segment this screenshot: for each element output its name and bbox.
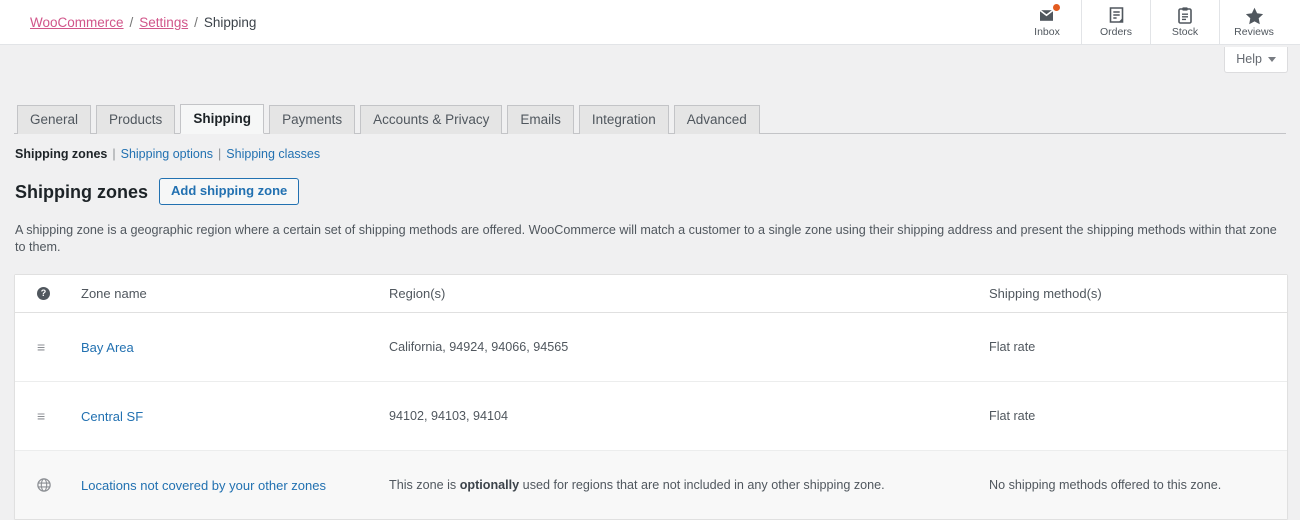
drag-handle-icon[interactable]: ≡: [37, 409, 45, 423]
orders-document-icon: [1109, 6, 1124, 25]
top-bar-actions: Inbox Orders Stock: [1013, 0, 1300, 44]
breadcrumb-item-shipping: Shipping: [204, 15, 257, 30]
breadcrumb-item-settings[interactable]: Settings: [139, 15, 188, 30]
topbar-inbox-label: Inbox: [1034, 26, 1060, 38]
subnav-separator: |: [112, 147, 115, 161]
tab-accounts-privacy[interactable]: Accounts & Privacy: [360, 105, 502, 134]
table-header-row: ? Zone name Region(s) Shipping method(s): [15, 275, 1287, 313]
inbox-unread-badge: [1053, 4, 1060, 11]
drag-handle-icon[interactable]: ≡: [37, 340, 45, 354]
table-header-methods: Shipping method(s): [985, 286, 1287, 301]
tab-integration[interactable]: Integration: [579, 105, 669, 134]
table-header-regions: Region(s): [385, 286, 985, 301]
fallback-zone-regions-cell: This zone is optionally used for regions…: [385, 478, 985, 492]
breadcrumb-item-woocommerce[interactable]: WooCommerce: [30, 15, 124, 30]
row-regions-cell: 94102, 94103, 94104: [385, 409, 985, 423]
fallback-regions-pre: This zone is: [389, 478, 460, 492]
table-header-zone-name: Zone name: [67, 286, 385, 301]
shipping-zones-table: ? Zone name Region(s) Shipping method(s)…: [14, 274, 1288, 520]
topbar-orders-button[interactable]: Orders: [1081, 0, 1150, 44]
subnav-item-shipping-classes[interactable]: Shipping classes: [226, 147, 320, 161]
row-drag-handle-cell[interactable]: ≡: [15, 409, 67, 423]
zone-link-locations-not-covered[interactable]: Locations not covered by your other zone…: [81, 478, 326, 493]
settings-tabs: General Products Shipping Payments Accou…: [14, 103, 1286, 134]
inbox-envelope-icon: [1039, 6, 1056, 25]
help-dropdown-button[interactable]: Help: [1224, 47, 1288, 73]
table-row-fallback-zone: Locations not covered by your other zone…: [15, 451, 1287, 519]
fallback-zone-methods-cell: No shipping methods offered to this zone…: [985, 478, 1287, 492]
page-description: A shipping zone is a geographic region w…: [14, 222, 1286, 256]
breadcrumb: WooCommerce / Settings / Shipping: [0, 15, 256, 30]
fallback-regions-post: used for regions that are not included i…: [519, 478, 884, 492]
help-row: Help: [0, 45, 1300, 77]
subnav-separator: |: [218, 147, 221, 161]
breadcrumb-separator: /: [130, 15, 134, 30]
row-zone-name-cell: Bay Area: [67, 340, 385, 355]
globe-icon: [37, 478, 51, 492]
tab-payments[interactable]: Payments: [269, 105, 355, 134]
top-bar: WooCommerce / Settings / Shipping Inbox: [0, 0, 1300, 45]
zone-link-bay-area[interactable]: Bay Area: [81, 340, 134, 355]
topbar-stock-label: Stock: [1172, 26, 1198, 38]
page-heading-row: Shipping zones Add shipping zone: [14, 178, 1286, 205]
row-methods-cell: Flat rate: [985, 409, 1287, 423]
reviews-star-icon: [1245, 6, 1264, 25]
help-circle-icon[interactable]: ?: [37, 287, 50, 300]
row-drag-handle-cell[interactable]: ≡: [15, 340, 67, 354]
table-header-help-cell: ?: [15, 287, 67, 300]
table-row: ≡ Central SF 94102, 94103, 94104 Flat ra…: [15, 382, 1287, 451]
shipping-subnav: Shipping zones | Shipping options | Ship…: [14, 147, 1286, 161]
zone-link-central-sf[interactable]: Central SF: [81, 409, 143, 424]
chevron-down-icon: [1268, 57, 1276, 62]
row-zone-name-cell: Central SF: [67, 409, 385, 424]
tab-products[interactable]: Products: [96, 105, 175, 134]
add-shipping-zone-button[interactable]: Add shipping zone: [159, 178, 299, 205]
subnav-item-shipping-options[interactable]: Shipping options: [121, 147, 213, 161]
tab-general[interactable]: General: [17, 105, 91, 134]
fallback-zone-icon-cell: [15, 478, 67, 492]
fallback-zone-name-cell: Locations not covered by your other zone…: [67, 478, 385, 493]
topbar-reviews-label: Reviews: [1234, 26, 1274, 38]
row-methods-cell: Flat rate: [985, 340, 1287, 354]
tab-shipping[interactable]: Shipping: [180, 104, 264, 134]
topbar-inbox-button[interactable]: Inbox: [1013, 0, 1081, 44]
subnav-item-shipping-zones[interactable]: Shipping zones: [15, 147, 107, 161]
topbar-orders-label: Orders: [1100, 26, 1132, 38]
row-regions-cell: California, 94924, 94066, 94565: [385, 340, 985, 354]
tab-emails[interactable]: Emails: [507, 105, 574, 134]
stock-clipboard-icon: [1178, 6, 1192, 25]
page-title: Shipping zones: [15, 181, 148, 203]
table-row: ≡ Bay Area California, 94924, 94066, 945…: [15, 313, 1287, 382]
topbar-reviews-button[interactable]: Reviews: [1219, 0, 1288, 44]
breadcrumb-separator: /: [194, 15, 198, 30]
main-content: General Products Shipping Payments Accou…: [0, 103, 1300, 520]
fallback-regions-bold: optionally: [460, 478, 519, 492]
topbar-stock-button[interactable]: Stock: [1150, 0, 1219, 44]
help-button-label: Help: [1236, 52, 1262, 66]
tab-advanced[interactable]: Advanced: [674, 105, 760, 134]
